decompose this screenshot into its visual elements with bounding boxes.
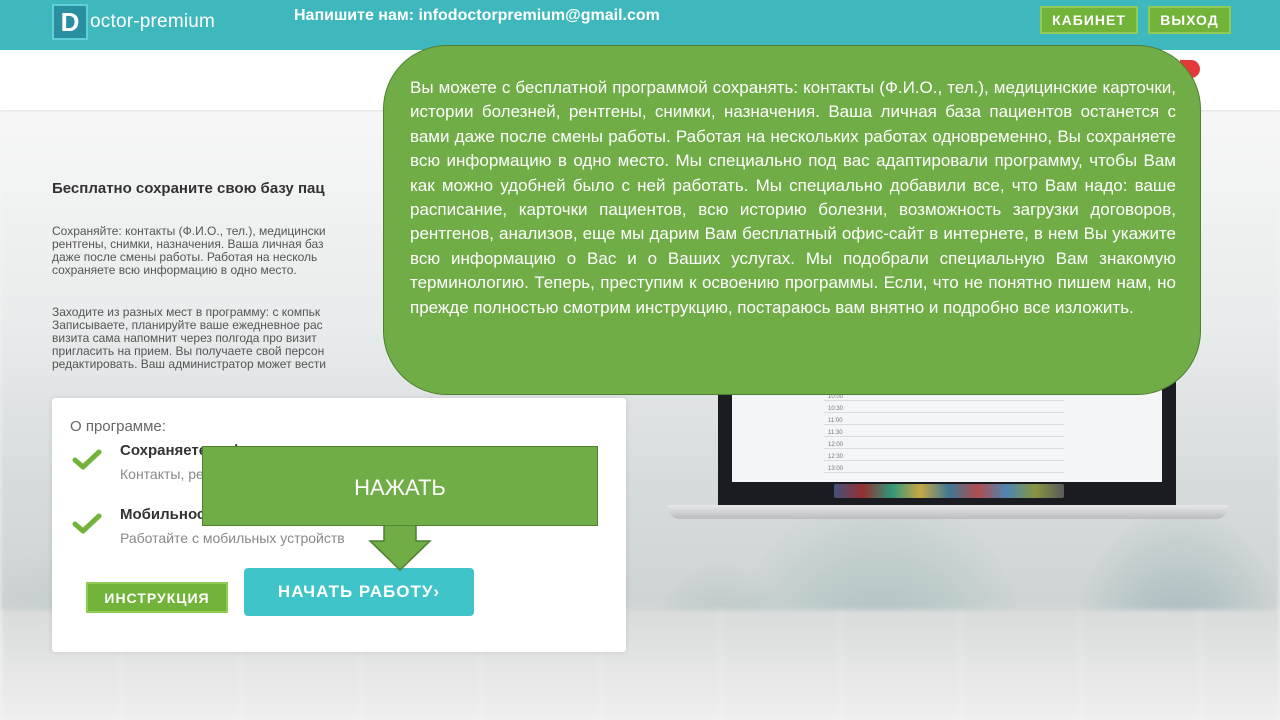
instruction-button[interactable]: ИНСТРУКЦИЯ [86, 582, 228, 613]
start-work-button[interactable]: НАЧАТЬ РАБОТУ› [244, 568, 474, 616]
schedule-time: 10:30 [828, 406, 844, 412]
logo-mark: D [52, 4, 88, 40]
press-callout: НАЖАТЬ [202, 446, 598, 526]
down-arrow-icon [368, 525, 432, 571]
about-title: О программе: [70, 418, 166, 435]
intro-line: сохраняете всю информацию в одно место. [52, 263, 297, 277]
intro-paragraph: Сохраняйте: контакты (Ф.И.О., тел.), мед… [52, 225, 382, 277]
cabinet-button[interactable]: КАБИНЕТ [1040, 6, 1138, 34]
page-heading: Бесплатно сохраните свою базу пац [52, 180, 325, 197]
feature-subtitle: Работайте с мобильных устройств [120, 530, 345, 546]
contact-email: Напишите нам: infodoctorpremium@gmail.co… [294, 7, 660, 24]
info-callout: Вы можете с бесплатной программой сохран… [383, 45, 1201, 395]
schedule-time: 11:00 [828, 418, 843, 424]
access-paragraph: Заходите из разных мест в программу: с к… [52, 306, 382, 371]
logo[interactable]: D octor-premium [52, 4, 215, 40]
info-callout-text: Вы можете с бесплатной программой сохран… [410, 78, 1176, 317]
checkmark-icon [72, 449, 102, 470]
schedule-time: 12:00 [828, 442, 844, 448]
press-label: НАЖАТЬ [354, 475, 446, 500]
taskbar-dock [834, 484, 1064, 498]
logo-text: octor-premium [90, 11, 216, 32]
exit-button[interactable]: ВЫХОД [1148, 6, 1231, 34]
schedule-time: 11:30 [828, 430, 843, 436]
top-bar: D octor-premium Напишите нам: infodoctor… [0, 0, 1280, 50]
laptop-base [668, 505, 1228, 519]
schedule-time: 12:30 [828, 454, 844, 460]
access-line: редактировать. Ваш администратор может в… [52, 357, 327, 371]
checkmark-icon [72, 513, 102, 534]
schedule-time: 13:00 [828, 466, 844, 472]
